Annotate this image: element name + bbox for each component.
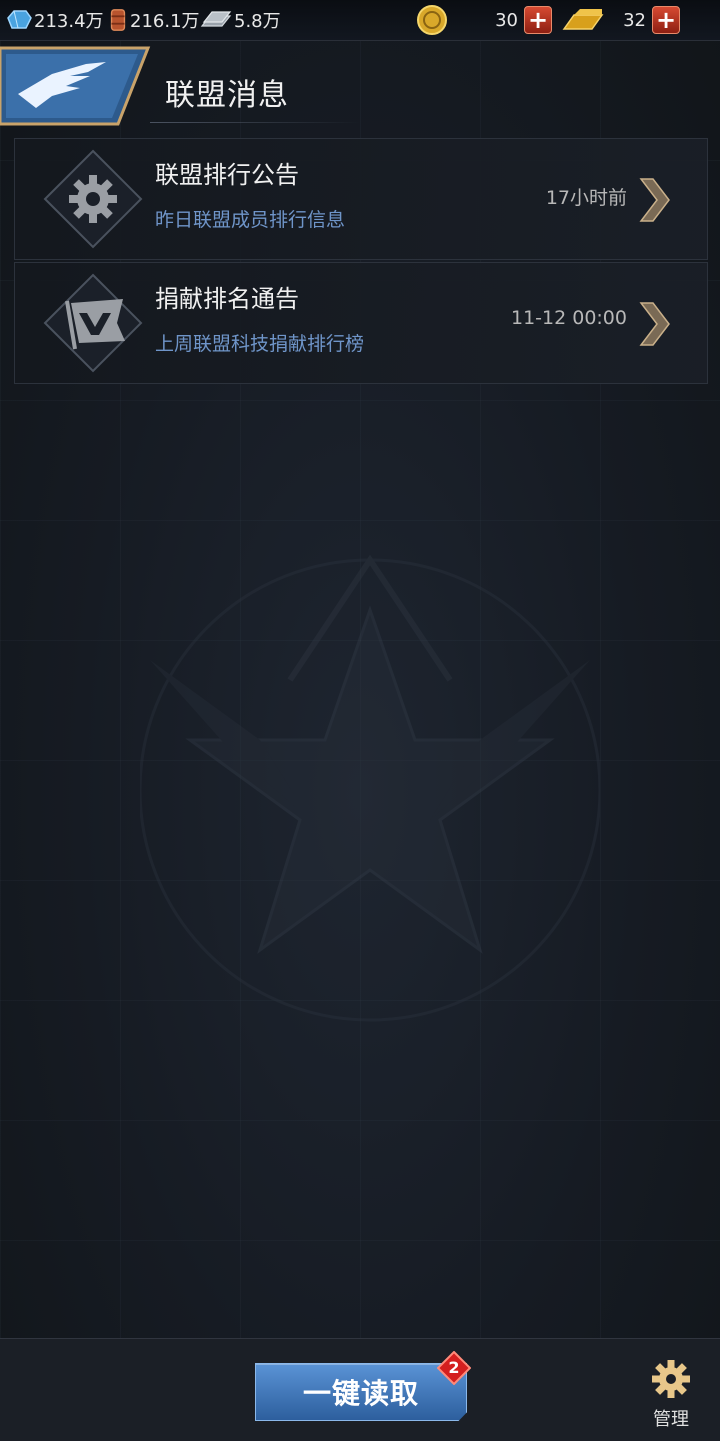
crystal-amount: 213.4万	[34, 11, 104, 32]
header-divider	[150, 122, 360, 123]
gold-amount: 32	[623, 9, 646, 31]
resource-bar: 213.4万 216.1万 5.8万 30 + 32 +	[0, 0, 720, 41]
unread-count: 2	[448, 1358, 460, 1377]
gold-coin-icon	[417, 5, 447, 35]
flag-icon	[43, 273, 143, 373]
page-header: 联盟消息	[0, 42, 720, 126]
chevron-right-icon[interactable]	[637, 301, 671, 347]
message-time: 11-12 00:00	[510, 307, 627, 329]
bottom-bar: 一键读取 2 管理	[0, 1338, 720, 1441]
message-subtitle: 昨日联盟成员排行信息	[155, 209, 346, 231]
message-item[interactable]: 联盟排行公告 昨日联盟成员排行信息 17小时前	[14, 138, 708, 260]
steel-ingot-icon	[200, 11, 232, 27]
unread-count-badge: 2	[436, 1350, 472, 1386]
alliance-emblem-watermark	[140, 554, 600, 1022]
gold-bar-icon	[562, 9, 604, 30]
message-subtitle: 上周联盟科技捐献排行榜	[155, 333, 365, 355]
manage-label: 管理	[653, 1409, 689, 1430]
premium-coin[interactable]: 30 +	[416, 4, 552, 36]
message-item[interactable]: 捐献排名通告 上周联盟科技捐献排行榜 11-12 00:00	[14, 262, 708, 384]
oil-barrel-icon	[110, 9, 126, 31]
resource-crystal[interactable]: 213.4万	[6, 0, 104, 40]
read-all-button[interactable]: 一键读取	[255, 1363, 467, 1421]
page-title: 联盟消息	[165, 78, 289, 113]
premium-gold[interactable]: 32 +	[562, 4, 680, 36]
crystal-icon	[7, 10, 32, 29]
steel-amount: 5.8万	[234, 11, 281, 32]
oil-amount: 216.1万	[130, 11, 200, 32]
add-gold-button[interactable]: +	[652, 6, 680, 34]
resource-steel[interactable]: 5.8万	[200, 0, 281, 40]
add-coin-button[interactable]: +	[524, 6, 552, 34]
chevron-right-icon[interactable]	[637, 177, 671, 223]
message-title: 捐献排名通告	[155, 285, 299, 313]
gear-icon	[43, 149, 143, 249]
resource-oil[interactable]: 216.1万	[108, 0, 200, 40]
message-time: 17小时前	[545, 187, 627, 209]
message-title: 联盟排行公告	[155, 161, 299, 189]
eagle-icon[interactable]	[0, 46, 156, 126]
coin-amount: 30	[495, 9, 518, 31]
gear-icon	[652, 1360, 690, 1398]
manage-button[interactable]: 管理	[648, 1359, 694, 1431]
